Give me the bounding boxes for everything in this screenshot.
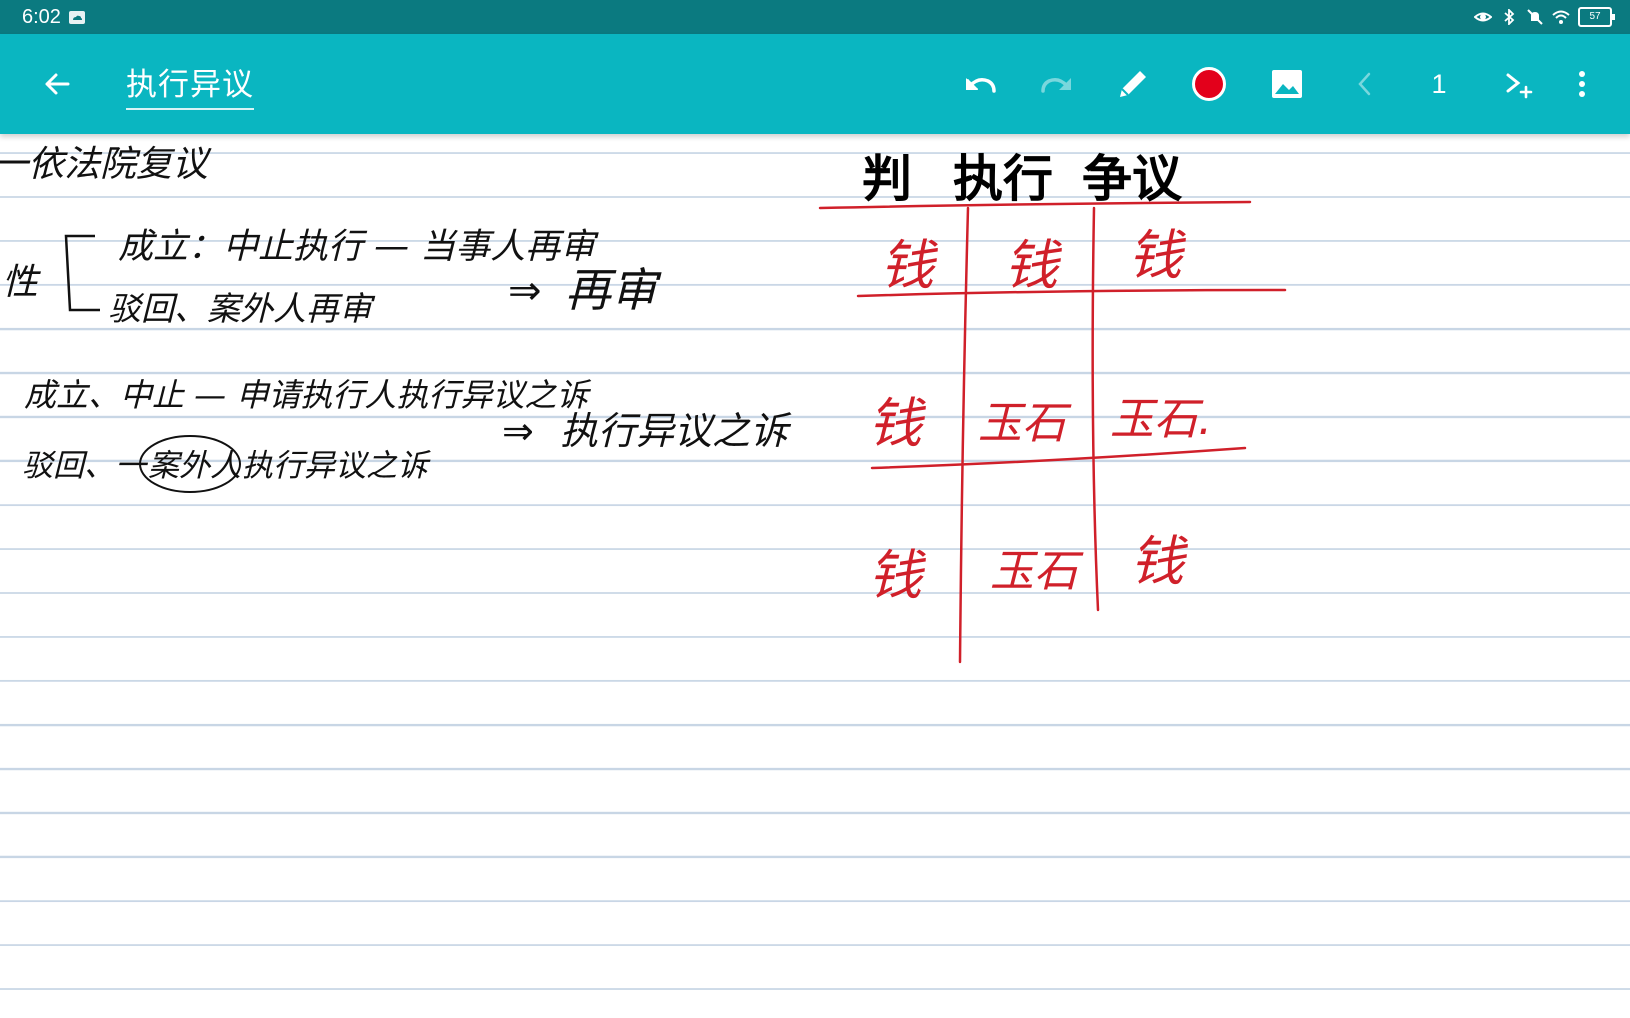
header-judgment: 判 xyxy=(862,150,912,208)
result-2: 执行异议之诉 xyxy=(560,409,792,453)
note-title-area[interactable]: 执行异议 xyxy=(126,34,254,134)
cell-r1-c1: 钱 xyxy=(880,234,938,297)
note-line-3: 驳回、案外人再审 xyxy=(108,289,376,328)
header-dispute: 争议 xyxy=(1082,150,1183,208)
table-headers: 判 执行 争议 xyxy=(862,150,1183,208)
handwritten-notes: 一依法院复议 性 成立：中止执行 — 当事人再审 驳回、案外人再审 ⇒ 再审 成… xyxy=(0,144,792,493)
status-icons: 57 xyxy=(1474,0,1615,34)
arrow-2: ⇒ xyxy=(502,409,534,453)
note-title[interactable]: 执行异议 xyxy=(126,59,254,110)
drawing-canvas[interactable]: 一依法院复议 性 成立：中止执行 — 当事人再审 驳回、案外人再审 ⇒ 再审 成… xyxy=(0,134,1630,1018)
page-number: 1 xyxy=(1431,68,1447,99)
eye-icon xyxy=(1474,12,1492,22)
undo-icon xyxy=(966,78,996,93)
add-page-button[interactable] xyxy=(1494,34,1544,134)
cell-r1-c2: 钱 xyxy=(1004,234,1062,297)
prev-page-button[interactable] xyxy=(1340,34,1390,134)
pen-icon xyxy=(1120,71,1146,97)
cell-r3-c3: 钱 xyxy=(1130,530,1188,593)
table-cells: 钱 钱 钱 钱 玉石 玉石. 钱 玉石 钱 xyxy=(868,224,1212,607)
header-execution: 执行 xyxy=(953,150,1053,208)
undo-button[interactable] xyxy=(955,34,1005,134)
app-bar: 执行异议 1 xyxy=(0,34,1630,134)
arrow-1: ⇒ xyxy=(508,268,542,314)
more-options-button[interactable] xyxy=(1562,34,1602,134)
redo-icon xyxy=(1041,78,1071,93)
bluetooth-icon xyxy=(1504,9,1515,25)
status-time: 6:02 xyxy=(22,5,61,28)
grid-line-row2 xyxy=(870,446,1247,470)
pen-color-button[interactable] xyxy=(1184,34,1234,134)
more-vertical-icon xyxy=(1579,71,1585,97)
mute-icon xyxy=(1527,9,1543,25)
cell-r3-c1: 钱 xyxy=(868,544,926,607)
cell-r3-c2: 玉石 xyxy=(990,546,1084,597)
image-icon xyxy=(1272,70,1302,98)
chevron-left-icon xyxy=(1358,72,1371,96)
cell-r2-c2: 玉石 xyxy=(978,398,1072,449)
back-arrow-icon xyxy=(45,73,70,95)
redo-button[interactable] xyxy=(1032,34,1082,134)
ink-layer[interactable]: 一依法院复议 性 成立：中止执行 — 当事人再审 驳回、案外人再审 ⇒ 再审 成… xyxy=(0,134,1630,1018)
bracket-label: 性 xyxy=(2,262,41,303)
insert-image-button[interactable] xyxy=(1262,34,1312,134)
bracket-mark xyxy=(64,234,100,312)
cloud-icon xyxy=(68,10,85,24)
wifi-icon xyxy=(1552,10,1570,24)
note-line-5b: 案外人 xyxy=(148,448,241,484)
battery-icon: 57 xyxy=(1578,7,1615,27)
note-line-5c: 执行异议之诉 xyxy=(242,448,431,484)
result-1: 再审 xyxy=(565,263,662,317)
note-line-2: 成立：中止执行 — 当事人再审 xyxy=(118,227,599,267)
status-bar: 6:02 57 xyxy=(0,0,1630,34)
note-line-5a: 驳回、一 xyxy=(22,448,149,484)
grid-line-col2 xyxy=(1091,206,1100,612)
add-page-icon xyxy=(1506,73,1533,99)
cell-r1-c3: 钱 xyxy=(1128,224,1186,287)
grid-line-col1 xyxy=(958,206,970,664)
note-line-1: 一依法院复议 xyxy=(0,144,212,185)
back-button[interactable] xyxy=(32,34,82,134)
cell-r2-c3: 玉石. xyxy=(1110,394,1212,445)
pen-button[interactable] xyxy=(1108,34,1158,134)
pen-color-swatch xyxy=(1192,67,1226,101)
cell-r2-c1: 钱 xyxy=(868,392,926,455)
